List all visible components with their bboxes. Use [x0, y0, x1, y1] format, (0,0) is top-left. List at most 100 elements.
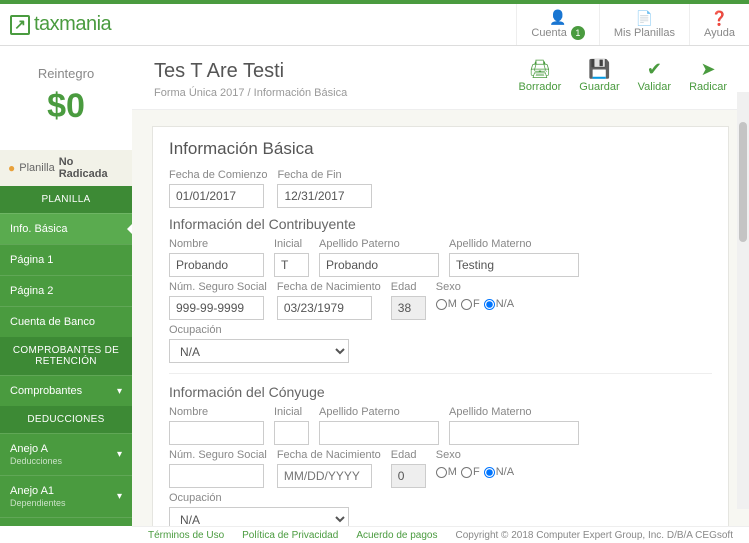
lbl-ocupacion: Ocupación: [169, 492, 349, 504]
radio-label: F: [473, 466, 480, 478]
action-guardar[interactable]: 💾 Guardar: [579, 60, 619, 99]
input-fecha-comienzo[interactable]: [169, 184, 264, 208]
account-badge: 1: [571, 26, 585, 40]
action-borrador[interactable]: 🖨Borrador: [519, 60, 562, 99]
radio-contrib-f[interactable]: [461, 299, 472, 310]
link-terminos[interactable]: Términos de Uso: [148, 530, 224, 541]
lbl-fecha-comienzo: Fecha de Comienzo: [169, 169, 267, 181]
sb-label: Anejo A1: [10, 485, 54, 497]
sidebar-item-pagina2[interactable]: Página 2: [0, 275, 132, 306]
radio-contrib-na[interactable]: [484, 299, 495, 310]
lbl-inicial: Inicial: [274, 238, 309, 250]
sub-conyuge: Información del Cónyuge: [169, 384, 712, 400]
radio-label: M: [448, 466, 457, 478]
sidebar-item-cuenta-banco[interactable]: Cuenta de Banco: [0, 306, 132, 337]
scrollbar-thumb[interactable]: [739, 122, 747, 242]
input-contrib-apellido-m[interactable]: [449, 253, 579, 277]
nav-account[interactable]: 👤 Cuenta 1: [516, 4, 598, 45]
action-radicar[interactable]: ➤ Radicar: [689, 60, 727, 99]
sb-heading-comprobantes: COMPROBANTES DE RETENCIÓN: [0, 337, 132, 375]
help-icon: ❓: [711, 11, 728, 25]
input-conyuge-dob[interactable]: [277, 464, 372, 488]
radio-label: N/A: [496, 466, 514, 478]
lbl-sexo: Sexo: [436, 281, 514, 293]
sb-label: Página 2: [10, 285, 53, 297]
lbl-edad: Edad: [391, 449, 426, 461]
input-contrib-ssn[interactable]: [169, 296, 264, 320]
radio-conyuge-m[interactable]: [436, 467, 447, 478]
input-conyuge-edad: [391, 464, 426, 488]
select-conyuge-ocupacion[interactable]: N/A: [169, 507, 349, 526]
action-label: Validar: [638, 81, 671, 93]
action-label: Guardar: [579, 81, 619, 93]
radio-conyuge-na[interactable]: [484, 467, 495, 478]
sidebar-item-info-basica[interactable]: Info. Básica: [0, 213, 132, 244]
radio-contrib-m[interactable]: [436, 299, 447, 310]
input-contrib-dob[interactable]: [277, 296, 372, 320]
content-area: Tes T Are Testi Forma Única 2017 / Infor…: [132, 46, 749, 526]
user-icon: 👤: [549, 10, 566, 24]
input-conyuge-apellido-m[interactable]: [449, 421, 579, 445]
input-fecha-fin[interactable]: [277, 184, 372, 208]
input-conyuge-nombre[interactable]: [169, 421, 264, 445]
input-contrib-apellido-p[interactable]: [319, 253, 439, 277]
lbl-apellido-p: Apellido Paterno: [319, 406, 439, 418]
footer: Términos de Uso Política de Privacidad A…: [132, 526, 749, 543]
input-conyuge-inicial[interactable]: [274, 421, 309, 445]
lbl-apellido-p: Apellido Paterno: [319, 238, 439, 250]
save-icon: 💾: [588, 60, 610, 78]
nav-planillas[interactable]: 📄 Mis Planillas: [599, 4, 689, 45]
file-icon: 📄: [636, 11, 653, 25]
lbl-inicial: Inicial: [274, 406, 309, 418]
brand-text: taxmania: [34, 13, 111, 36]
logo-icon: ↗: [10, 15, 30, 35]
sidebar-item-comprobantes[interactable]: Comprobantes ▾: [0, 375, 132, 406]
nav-help[interactable]: ❓ Ayuda: [689, 4, 749, 45]
copyright-text: Copyright © 2018 Computer Expert Group, …: [455, 530, 733, 541]
sidebar-item-pagina1[interactable]: Página 1: [0, 244, 132, 275]
breadcrumb: Forma Única 2017 / Información Básica: [154, 87, 347, 99]
lbl-nombre: Nombre: [169, 406, 264, 418]
top-header: ↗ taxmania 👤 Cuenta 1 📄 Mis Planillas ❓ A…: [0, 4, 749, 46]
input-contrib-nombre[interactable]: [169, 253, 264, 277]
nav-account-label: Cuenta: [531, 27, 566, 39]
page-header: Tes T Are Testi Forma Única 2017 / Infor…: [132, 46, 749, 110]
sidebar-item-sc6042[interactable]: SC6042: [0, 517, 132, 526]
radio-conyuge-f[interactable]: [461, 467, 472, 478]
status-bold: No Radicada: [59, 156, 124, 180]
action-validar[interactable]: ✔ Validar: [638, 60, 671, 99]
select-contrib-ocupacion[interactable]: N/A: [169, 339, 349, 363]
lbl-apellido-m: Apellido Materno: [449, 238, 579, 250]
sb-heading-deducciones: DEDUCCIONES: [0, 406, 132, 433]
sidebar-item-anejo-a1[interactable]: Anejo A1Dependientes ▾: [0, 475, 132, 517]
scrollbar[interactable]: [737, 92, 749, 509]
send-icon: ➤: [701, 60, 716, 78]
radio-label: M: [448, 298, 457, 310]
section-info-basica: Información Básica: [169, 139, 712, 159]
sb-label: Comprobantes: [10, 385, 82, 397]
status-bar: ● Planilla No Radicada: [0, 150, 132, 186]
check-icon: ✔: [647, 60, 662, 78]
link-privacidad[interactable]: Política de Privacidad: [242, 530, 338, 541]
lbl-apellido-m: Apellido Materno: [449, 406, 579, 418]
logo[interactable]: ↗ taxmania: [0, 4, 132, 45]
lbl-ocupacion: Ocupación: [169, 324, 349, 336]
sidebar-item-anejo-a[interactable]: Anejo ADeducciones▾: [0, 433, 132, 475]
sb-heading-planilla: PLANILLA: [0, 186, 132, 213]
reintegro-label: Reintegro: [0, 66, 132, 81]
chevron-down-icon: ▾: [117, 491, 122, 502]
sb-label: Página 1: [10, 254, 53, 266]
chevron-down-icon: ▾: [117, 386, 122, 397]
action-label: Radicar: [689, 81, 727, 93]
lbl-nombre: Nombre: [169, 238, 264, 250]
sb-label: Info. Básica: [10, 223, 67, 235]
link-pagos[interactable]: Acuerdo de pagos: [356, 530, 437, 541]
warning-icon: ●: [8, 161, 15, 175]
chevron-down-icon: ▾: [117, 449, 122, 460]
nav-planillas-label: Mis Planillas: [614, 27, 675, 39]
sb-sublabel: Dependientes: [10, 498, 66, 508]
input-conyuge-ssn[interactable]: [169, 464, 264, 488]
input-contrib-inicial[interactable]: [274, 253, 309, 277]
form-card: Información Básica Fecha de Comienzo Fec…: [152, 126, 729, 526]
input-conyuge-apellido-p[interactable]: [319, 421, 439, 445]
